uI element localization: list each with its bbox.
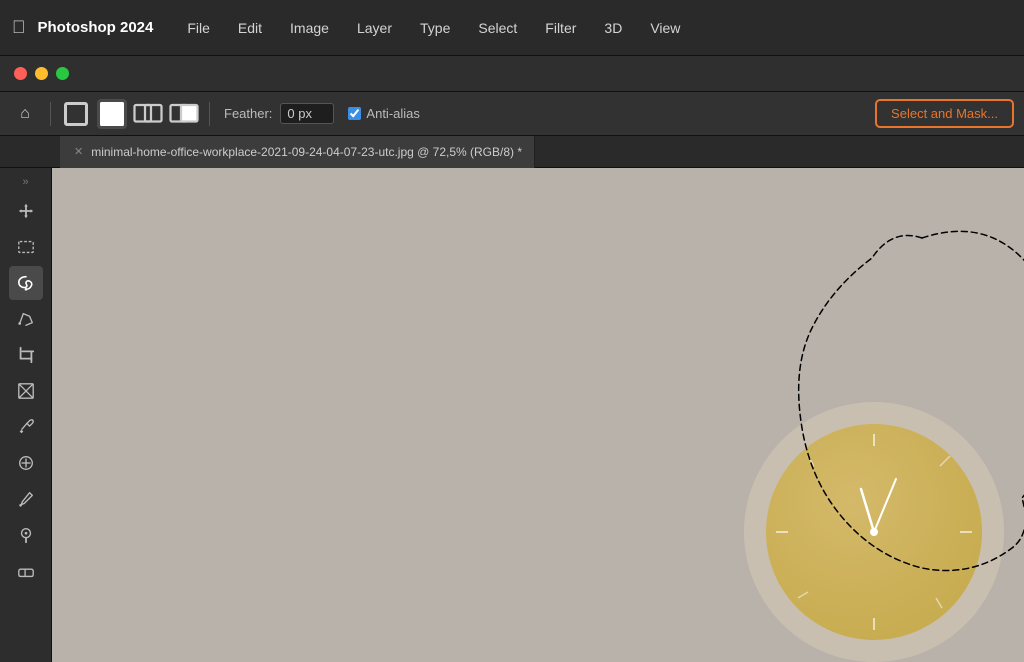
apple-logo-icon:  — [12, 17, 26, 38]
eraser-tool[interactable] — [9, 554, 43, 588]
brush-tool-icon — [17, 490, 35, 508]
marquee-tool[interactable] — [9, 230, 43, 264]
lasso-subtract-button[interactable] — [169, 99, 199, 129]
feather-label: Feather: — [224, 106, 272, 121]
menu-edit[interactable]: Edit — [226, 16, 274, 40]
fullscreen-button[interactable] — [56, 67, 69, 80]
healing-brush-tool[interactable] — [9, 446, 43, 480]
app-title: Photoshop 2024 — [38, 19, 154, 36]
lasso-tool-icon — [17, 274, 35, 292]
tab-bar: ✕ minimal-home-office-workplace-2021-09-… — [0, 136, 1024, 168]
eraser-tool-icon — [17, 562, 35, 580]
menu-select[interactable]: Select — [466, 16, 529, 40]
tool-options-bar: ⌂ Feather: Anti-alias Select and Mask... — [0, 92, 1024, 136]
clock-face — [766, 424, 982, 640]
anti-alias-checkbox[interactable] — [348, 107, 361, 120]
separator-2 — [209, 102, 210, 126]
main-area: » — [0, 168, 1024, 662]
tab-filename: minimal-home-office-workplace-2021-09-24… — [91, 145, 522, 159]
clock-markings — [766, 424, 982, 640]
polygonal-lasso-tool-icon — [17, 310, 35, 328]
menu-view[interactable]: View — [638, 16, 692, 40]
canvas-area[interactable] — [52, 168, 1024, 662]
menu-filter[interactable]: Filter — [533, 16, 588, 40]
brush-tool[interactable] — [9, 482, 43, 516]
clone-stamp-tool-icon — [17, 526, 35, 544]
toolbar-expand-icon[interactable]: » — [0, 172, 51, 192]
anti-alias-option: Anti-alias — [348, 106, 419, 121]
polygonal-lasso-tool[interactable] — [9, 302, 43, 336]
separator-1 — [50, 102, 51, 126]
move-tool[interactable] — [9, 194, 43, 228]
eyedropper-tool[interactable] — [9, 410, 43, 444]
lasso-normal-icon — [61, 99, 91, 129]
lasso-tool[interactable] — [9, 266, 43, 300]
left-toolbar: » — [0, 168, 52, 662]
lasso-subtract-icon — [169, 99, 199, 129]
move-tool-icon — [17, 202, 35, 220]
menu-type[interactable]: Type — [408, 16, 462, 40]
marquee-tool-icon — [17, 238, 35, 256]
frame-tool[interactable] — [9, 374, 43, 408]
lasso-selected-icon — [97, 99, 127, 129]
lasso-selected-button[interactable] — [97, 99, 127, 129]
anti-alias-label: Anti-alias — [366, 106, 419, 121]
canvas-content — [52, 168, 1024, 662]
close-button[interactable] — [14, 67, 27, 80]
minimize-button[interactable] — [35, 67, 48, 80]
menu-image[interactable]: Image — [278, 16, 341, 40]
lasso-add-icon — [133, 99, 163, 129]
traffic-lights — [0, 56, 1024, 92]
lasso-add-button[interactable] — [133, 99, 163, 129]
document-tab[interactable]: ✕ minimal-home-office-workplace-2021-09-… — [60, 136, 535, 168]
feather-input[interactable] — [280, 103, 334, 124]
clone-stamp-tool[interactable] — [9, 518, 43, 552]
tab-close-icon[interactable]: ✕ — [72, 143, 85, 160]
menu-layer[interactable]: Layer — [345, 16, 404, 40]
lasso-normal-button[interactable] — [61, 99, 91, 129]
crop-tool[interactable] — [9, 338, 43, 372]
menu-bar:  Photoshop 2024 File Edit Image Layer T… — [0, 0, 1024, 56]
home-button[interactable]: ⌂ — [10, 99, 40, 129]
eyedropper-tool-icon — [17, 418, 35, 436]
frame-tool-icon — [17, 382, 35, 400]
select-and-mask-button[interactable]: Select and Mask... — [875, 99, 1014, 128]
menu-file[interactable]: File — [175, 16, 222, 40]
healing-brush-tool-icon — [17, 454, 35, 472]
crop-tool-icon — [17, 346, 35, 364]
menu-3d[interactable]: 3D — [592, 16, 634, 40]
